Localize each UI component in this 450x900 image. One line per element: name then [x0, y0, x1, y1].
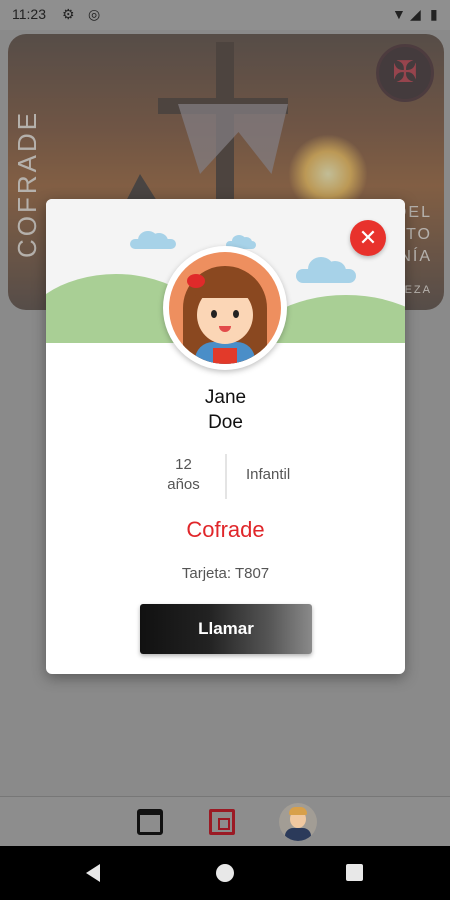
- member-category: Infantil: [246, 466, 291, 483]
- age-value: 12: [175, 456, 192, 473]
- home-icon[interactable]: [216, 864, 234, 882]
- member-avatar: [163, 246, 287, 370]
- cloud-graphic: [130, 231, 176, 249]
- gear-icon: ⚙: [62, 6, 75, 22]
- age-unit: años: [167, 476, 200, 493]
- wifi-icon: ▼: [392, 6, 406, 22]
- cloud-graphic: [296, 257, 356, 283]
- member-dialog: ✕ Jane Doe 12 años Infantil Cofrade Tarj…: [46, 199, 405, 674]
- nfc-icon: ◎: [88, 6, 101, 22]
- bottom-navigation: [0, 796, 450, 846]
- calendar-icon[interactable]: [137, 809, 163, 835]
- back-icon[interactable]: [86, 864, 100, 882]
- call-button[interactable]: Llamar: [140, 604, 312, 654]
- member-card-number: Tarjeta: T807: [181, 565, 270, 582]
- status-bar: 11:23 ⚙ ◎ ▼ ◢ ▮: [0, 0, 450, 30]
- member-first-name: Jane: [204, 387, 247, 408]
- member-last-name: Doe: [208, 412, 243, 433]
- battery-icon: ▮: [430, 6, 438, 22]
- system-navigation-bar: [0, 846, 450, 900]
- bow-icon: [187, 274, 205, 288]
- status-time: 11:23: [12, 6, 46, 22]
- card-icon[interactable]: [209, 809, 235, 835]
- profile-avatar[interactable]: [279, 803, 317, 841]
- signal-icon: ◢: [410, 6, 421, 22]
- recents-icon[interactable]: [346, 864, 363, 881]
- member-age: 12 años: [146, 455, 221, 495]
- stat-divider: [225, 454, 227, 499]
- member-role: Cofrade: [186, 517, 265, 542]
- close-button[interactable]: ✕: [350, 220, 386, 256]
